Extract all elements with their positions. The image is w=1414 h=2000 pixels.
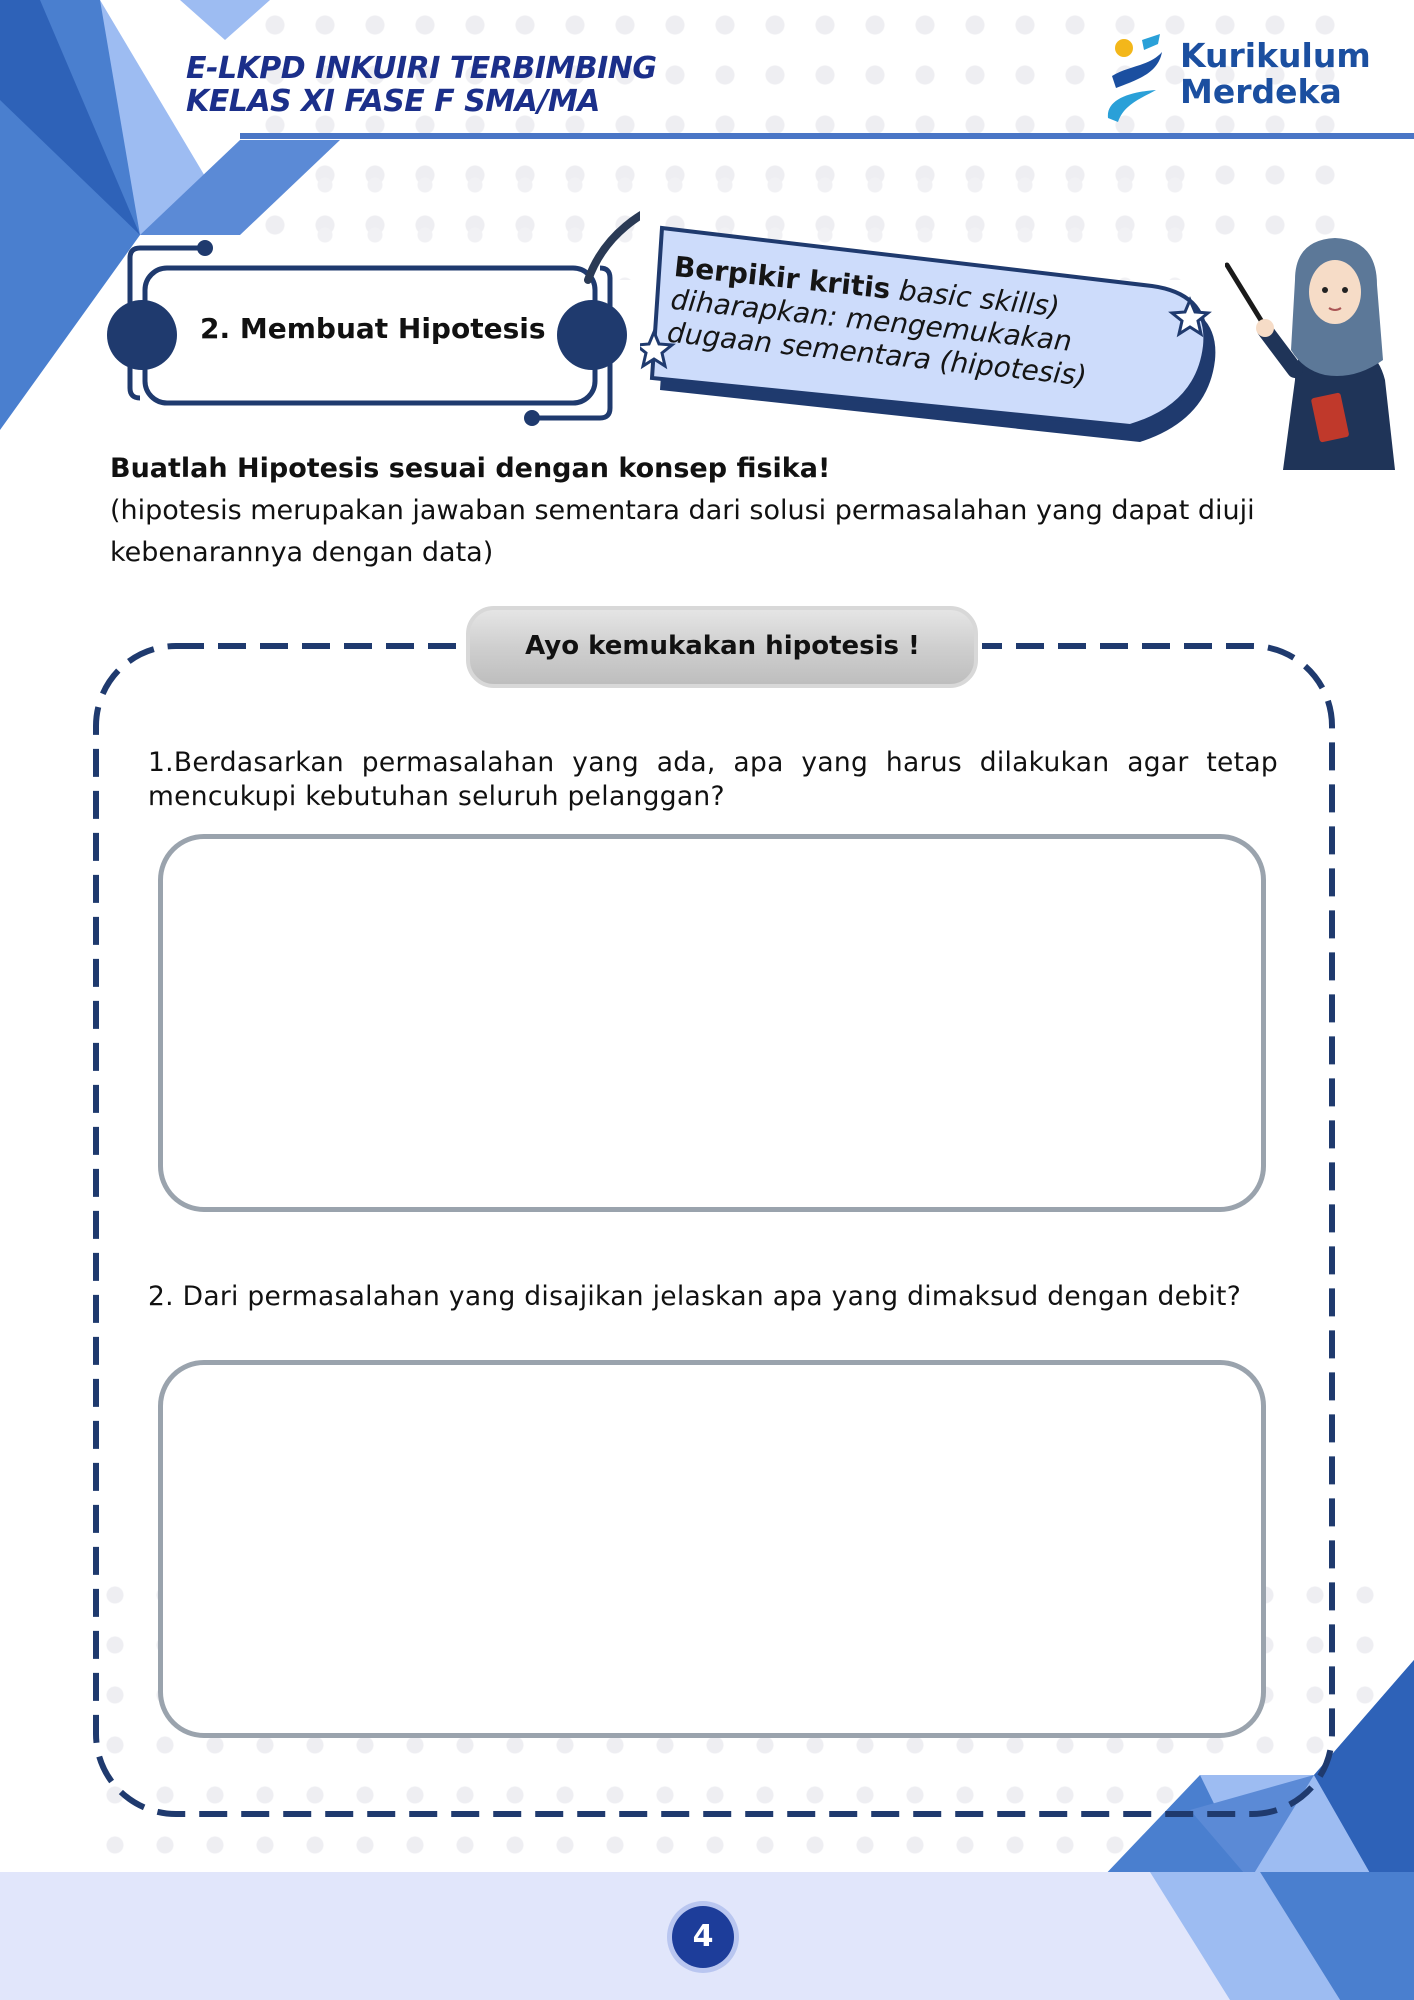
header-divider <box>240 133 1414 139</box>
header-title-line-2: KELAS XI FASE F SMA/MA <box>186 84 600 119</box>
instruction-block: Buatlah Hipotesis sesuai dengan konsep f… <box>110 448 1310 574</box>
activity-title: Ayo kemukakan hipotesis ! <box>525 631 920 661</box>
teacher-illustration <box>1225 238 1395 470</box>
logo-line-2: Merdeka <box>1180 72 1342 111</box>
section-title: 2. Membuat Hipotesis <box>200 312 546 345</box>
logo-line-1: Kurikulum <box>1180 36 1371 75</box>
instruction-heading: Buatlah Hipotesis sesuai dengan konsep f… <box>110 453 831 484</box>
question-1: 1.Berdasarkan permasalahan yang ada, apa… <box>148 747 1278 812</box>
page-number: 4 <box>672 1906 734 1968</box>
header-title-line-1: E-LKPD INKUIRI TERBIMBING <box>186 51 657 86</box>
answer-box-2[interactable] <box>158 1360 1266 1738</box>
instruction-note: (hipotesis merupakan jawaban sementara d… <box>110 495 1255 568</box>
footer-corner-decoration <box>1150 1872 1414 2000</box>
kurikulum-merdeka-logo-text: Kurikulum Merdeka <box>1180 38 1371 110</box>
kurikulum-merdeka-logo-icon <box>1107 34 1162 122</box>
answer-box-1[interactable] <box>158 834 1266 1212</box>
section-heading-frame <box>107 211 640 426</box>
document-header-title: E-LKPD INKUIRI TERBIMBING KELAS XI FASE … <box>186 52 657 118</box>
question-2: 2. Dari permasalahan yang disajikan jela… <box>148 1281 1242 1312</box>
